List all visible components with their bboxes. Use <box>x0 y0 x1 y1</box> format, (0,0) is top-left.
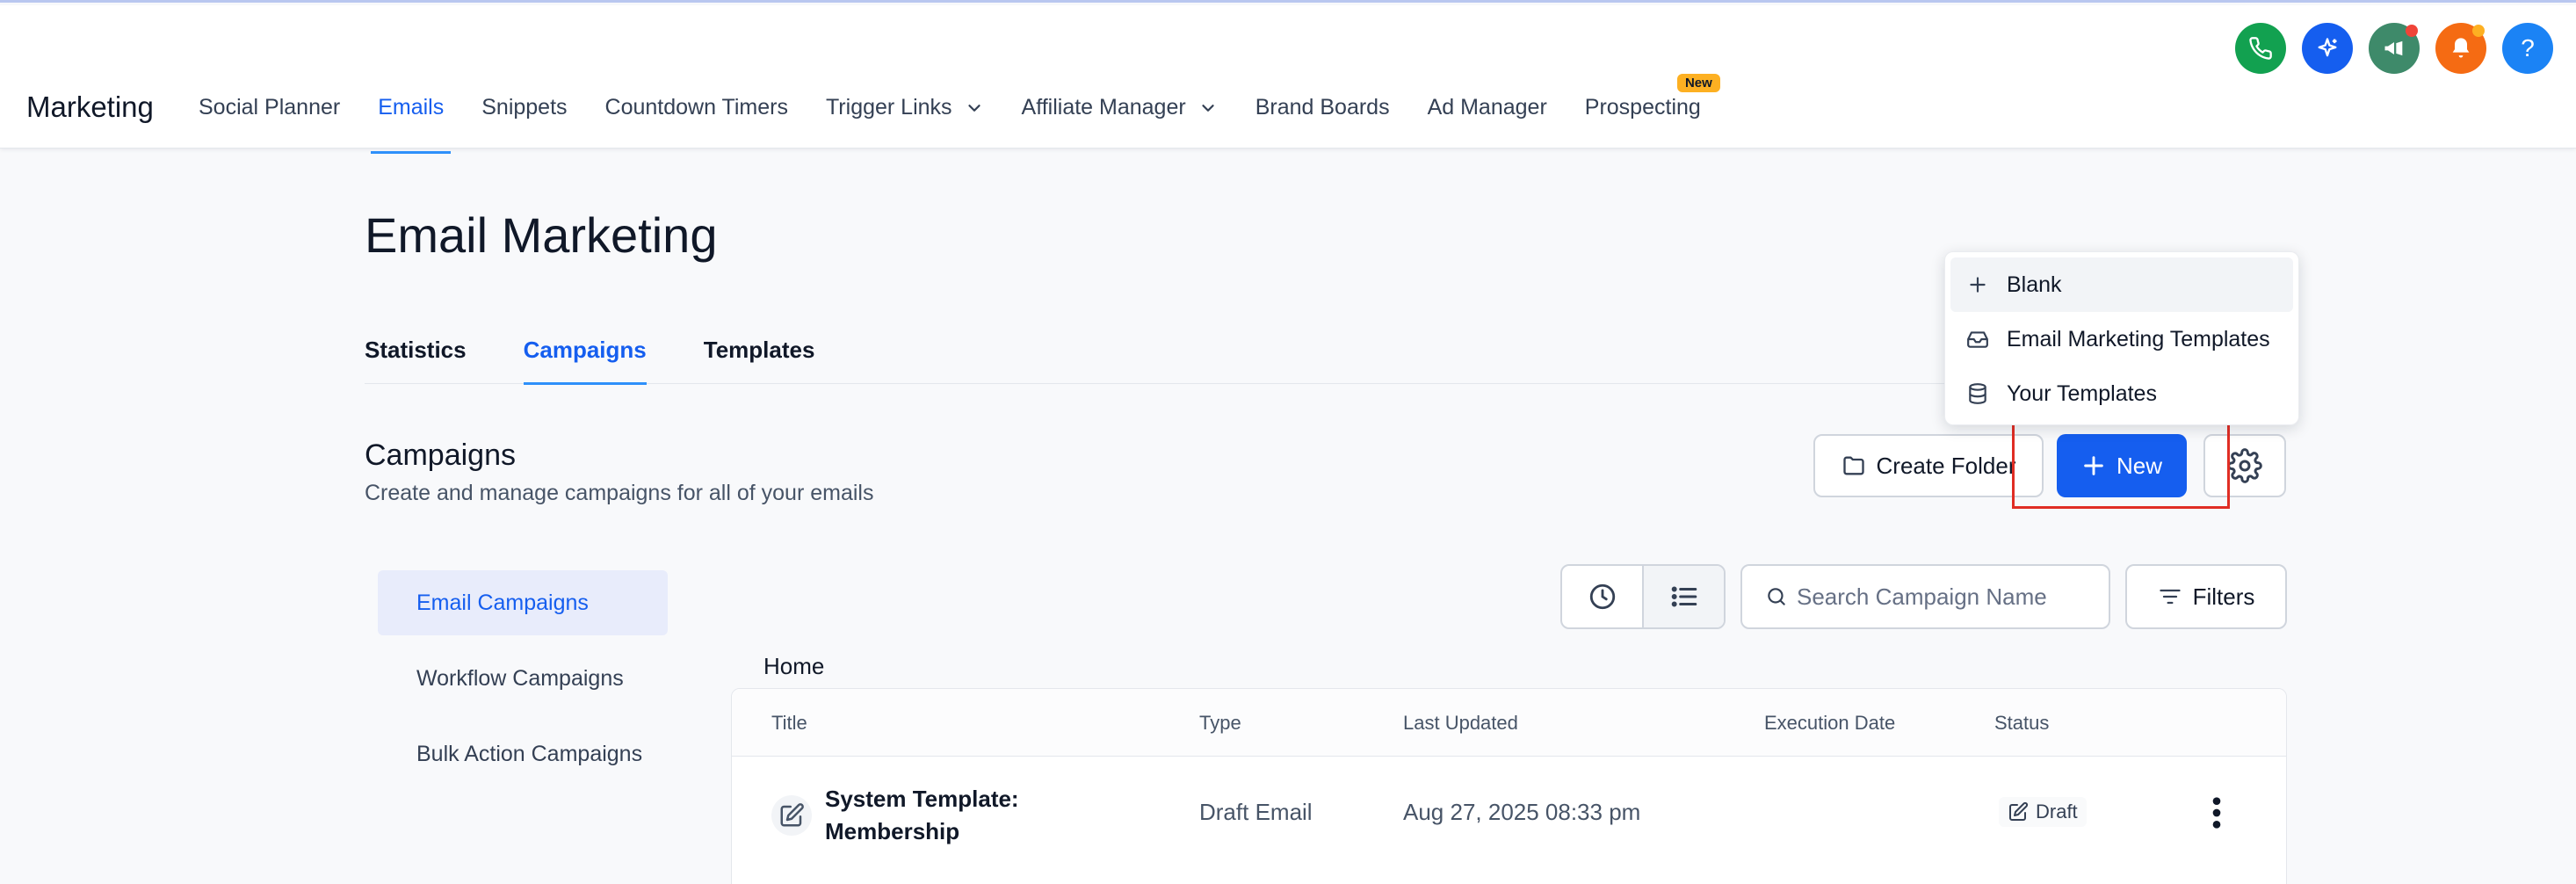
create-folder-label: Create Folder <box>1876 452 2016 479</box>
edit-button[interactable] <box>771 795 812 836</box>
gear-icon <box>2227 448 2262 483</box>
menu-item-email-marketing-templates[interactable]: Email Marketing Templates <box>1950 312 2293 366</box>
edit-icon <box>2009 801 2029 821</box>
bell-icon <box>2452 38 2470 58</box>
search-box <box>1740 564 2110 629</box>
nav-label: Affiliate Manager <box>1021 95 1186 120</box>
tab-templates[interactable]: Templates <box>704 337 815 384</box>
sparkle-icon <box>2318 38 2337 57</box>
nav-item-social-planner[interactable]: Social Planner <box>199 95 340 120</box>
nav-label: Ad Manager <box>1427 95 1547 120</box>
ai-assistant-button[interactable] <box>2302 23 2353 74</box>
nav-label: Emails <box>378 95 445 120</box>
edit-icon <box>780 803 804 827</box>
phone-button[interactable] <box>2235 23 2286 74</box>
table-row[interactable]: System Template: Membership Draft Email … <box>732 757 2286 871</box>
nav-label: Brand Boards <box>1255 95 1390 120</box>
column-header-status[interactable]: Status <box>1994 712 2049 735</box>
campaigns-table: Title Type Last Updated Execution Date S… <box>731 688 2287 884</box>
history-view-button[interactable] <box>1562 566 1642 627</box>
nav-item-trigger-links[interactable]: Trigger Links <box>826 95 984 120</box>
top-icon-bar: ? <box>2219 23 2553 74</box>
status-badge: Draft <box>1999 797 2087 827</box>
column-header-type[interactable]: Type <box>1199 712 1241 735</box>
tab-campaigns[interactable]: Campaigns <box>523 337 647 385</box>
campaign-last-updated: Aug 27, 2025 08:33 pm <box>1403 799 1641 825</box>
page-title: Email Marketing <box>365 207 718 263</box>
filter-icon <box>2159 589 2181 605</box>
filters-label: Filters <box>2192 583 2255 610</box>
campaign-type: Draft Email <box>1199 799 1313 825</box>
help-icon: ? <box>2521 34 2535 62</box>
new-badge: New <box>1676 74 1720 92</box>
database-icon <box>1969 383 1986 404</box>
section-title: Campaigns <box>365 438 516 472</box>
help-button[interactable]: ? <box>2502 23 2553 74</box>
nav-label: Snippets <box>481 95 568 120</box>
menu-item-label: Blank <box>2007 272 2062 297</box>
column-header-execution-date[interactable]: Execution Date <box>1764 712 1895 735</box>
nav-label: Social Planner <box>199 95 341 120</box>
view-toggle <box>1560 564 1726 629</box>
highlight-box <box>2012 416 2230 509</box>
nav-label: Countdown Timers <box>604 95 788 120</box>
nav-label: Trigger Links <box>825 95 952 120</box>
create-folder-button[interactable]: Create Folder <box>1813 434 2044 497</box>
clock-icon <box>1589 583 1615 610</box>
list-view-button[interactable] <box>1642 566 1724 627</box>
search-icon <box>1768 588 1785 605</box>
menu-item-blank[interactable]: Blank <box>1950 257 2293 312</box>
search-input[interactable] <box>1797 583 2095 611</box>
tab-statistics[interactable]: Statistics <box>365 337 467 384</box>
nav-item-countdown-timers[interactable]: Countdown Timers <box>605 95 788 120</box>
nav-item-affiliate-manager[interactable]: Affiliate Manager <box>1022 95 1218 120</box>
menu-item-label: Email Marketing Templates <box>2007 326 2270 351</box>
more-options-icon[interactable] <box>2208 795 2225 830</box>
chevron-down-icon <box>967 104 980 112</box>
campaign-title[interactable]: System Template: Membership <box>825 783 1053 848</box>
notifications-button[interactable] <box>2435 23 2486 74</box>
column-header-title[interactable]: Title <box>771 712 807 735</box>
table-header: Title Type Last Updated Execution Date S… <box>732 689 2286 757</box>
nav-item-emails[interactable]: Emails <box>371 95 452 154</box>
notification-dot <box>2472 25 2485 37</box>
new-dropdown-menu: Blank Email Marketing Templates Your Tem… <box>1944 251 2299 425</box>
filters-button[interactable]: Filters <box>2125 564 2287 629</box>
nav-item-brand-boards[interactable]: Brand Boards <box>1255 95 1390 120</box>
nav-item-snippets[interactable]: Snippets <box>481 95 567 120</box>
folder-icon <box>1842 456 1864 475</box>
nav-item-ad-manager[interactable]: Ad Manager <box>1428 95 1547 120</box>
announcements-button[interactable] <box>2369 23 2420 74</box>
nav-label: Prospecting <box>1584 95 1701 120</box>
status-label: Draft <box>2036 801 2078 822</box>
chevron-down-icon <box>1202 104 1214 112</box>
app-brand: Marketing <box>26 91 154 123</box>
top-header: Marketing Social Planner Emails Snippets… <box>0 5 2576 154</box>
nav-item-prospecting[interactable]: Prospecting New <box>1584 74 1720 120</box>
notification-dot <box>2406 25 2418 37</box>
list-icon <box>1671 586 1697 607</box>
megaphone-icon <box>2384 40 2403 56</box>
plus-icon <box>1970 277 1986 293</box>
sidebar-item-email-campaigns[interactable]: Email Campaigns <box>378 570 668 635</box>
breadcrumb[interactable]: Home <box>763 653 824 680</box>
sidebar-item-bulk-action-campaigns[interactable]: Bulk Action Campaigns <box>378 721 668 786</box>
main-nav: Social Planner Emails Snippets Countdown… <box>199 74 1739 154</box>
column-header-last-updated[interactable]: Last Updated <box>1403 712 1518 735</box>
inbox-icon <box>1967 331 1988 348</box>
menu-item-your-templates[interactable]: Your Templates <box>1950 366 2293 421</box>
phone-icon <box>2249 37 2272 60</box>
section-subtitle: Create and manage campaigns for all of y… <box>365 481 874 505</box>
sidebar-item-workflow-campaigns[interactable]: Workflow Campaigns <box>378 646 668 711</box>
menu-item-label: Your Templates <box>2007 380 2157 406</box>
